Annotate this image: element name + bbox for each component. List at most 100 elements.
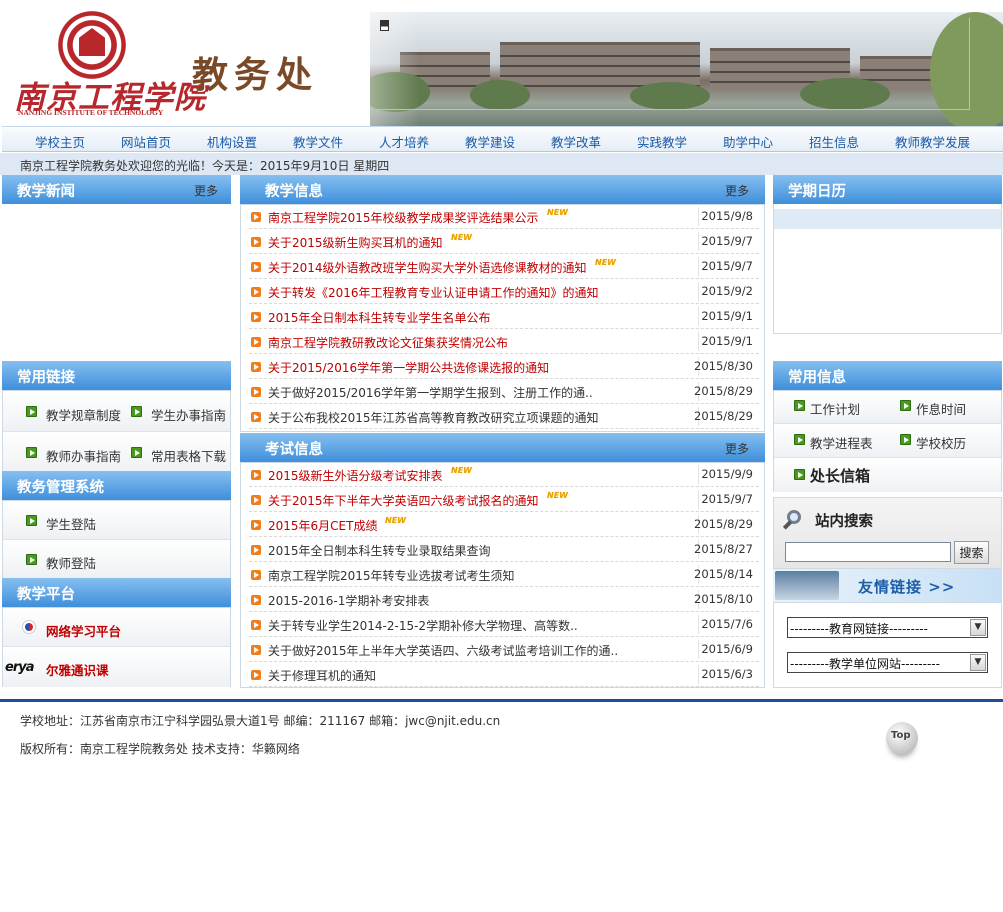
exam-info-date: 2015/6/9 bbox=[701, 642, 753, 656]
bullet-arrow-icon bbox=[251, 620, 261, 630]
teaching-info-title-link[interactable]: 关于做好2015/2016学年第一学期学生报到、注册工作的通.. bbox=[268, 384, 593, 401]
bullet-arrow-icon bbox=[251, 495, 261, 505]
school-logo[interactable]: 南京工程学院 NANJING INSTITUTE OF TECHNOLOGY bbox=[14, 6, 205, 120]
teaching-info-title-link[interactable]: 2015年全日制本科生转专业学生名单公布 bbox=[268, 309, 491, 326]
exam-info-date: 2015/9/7 bbox=[701, 492, 753, 506]
teaching-news-title: 教学新闻 bbox=[17, 184, 75, 200]
teaching-info-title-link[interactable]: 关于2015级新生购买耳机的通知 bbox=[268, 234, 443, 251]
bullet-arrow-icon bbox=[251, 387, 261, 397]
new-badge-icon: NEW bbox=[451, 466, 472, 475]
column-separator bbox=[698, 232, 699, 251]
edu-links-select[interactable]: ---------教育网链接--------- ▼ bbox=[787, 617, 988, 638]
teaching-news-body bbox=[2, 204, 231, 360]
site-search-button[interactable]: 搜索 bbox=[954, 541, 989, 564]
nav-item-faculty-dev[interactable]: 教师教学发展 bbox=[895, 132, 970, 151]
bullet-arrow-icon bbox=[251, 312, 261, 322]
column-separator bbox=[698, 307, 699, 326]
arrow-icon bbox=[900, 400, 911, 411]
teaching-info-date: 2015/9/1 bbox=[701, 309, 753, 323]
exam-info-title-link[interactable]: 关于2015年下半年大学英语四六级考试报名的通知 bbox=[268, 492, 539, 509]
nav-item-aid-center[interactable]: 助学中心 bbox=[723, 132, 773, 151]
teaching-info-row: 2015年全日制本科生转专业学生名单公布 2015/9/1 bbox=[249, 304, 759, 329]
arrow-icon bbox=[794, 434, 805, 445]
friend-links-banner[interactable]: 友情链接 >> bbox=[773, 569, 1002, 602]
link-work-plan[interactable]: 工作计划 bbox=[810, 399, 860, 418]
teaching-info-header: 教学信息 更多 bbox=[240, 175, 765, 204]
teaching-info-date: 2015/9/2 bbox=[701, 284, 753, 298]
link-teaching-progress[interactable]: 教学进程表 bbox=[810, 433, 873, 452]
teaching-info-title-link[interactable]: 关于2015/2016学年第一学期公共选修课选报的通知 bbox=[268, 359, 549, 376]
site-search-input[interactable] bbox=[785, 542, 951, 562]
student-login-link[interactable]: 学生登陆 bbox=[46, 514, 96, 533]
teaching-info-row: 关于转发《2016年工程教育专业认证申请工作的通知》的通知 2015/9/2 bbox=[249, 279, 759, 304]
director-mailbox-link[interactable]: 处长信箱 bbox=[810, 465, 870, 486]
site-search-box: 站内搜索 搜索 bbox=[773, 497, 1002, 569]
bullet-arrow-icon bbox=[251, 287, 261, 297]
exam-info-title-link[interactable]: 关于做好2015年上半年大学英语四、六级考试监考培训工作的通.. bbox=[268, 642, 618, 659]
bullet-arrow-icon bbox=[251, 545, 261, 555]
column-separator bbox=[698, 207, 699, 226]
nav-item-site-home[interactable]: 网站首页 bbox=[121, 132, 171, 151]
bullet-arrow-icon bbox=[251, 470, 261, 480]
exam-info-more-link[interactable]: 更多 bbox=[725, 440, 749, 457]
new-badge-icon: NEW bbox=[451, 233, 472, 242]
common-info-header: 常用信息 bbox=[773, 361, 1002, 390]
exam-info-header: 考试信息 更多 bbox=[240, 433, 765, 462]
teaching-info-row: 南京工程学院2015年校级教学成果奖评选结果公示 NEW 2015/9/8 bbox=[249, 204, 759, 229]
back-to-top-button[interactable]: Top bbox=[886, 722, 918, 754]
nav-item-school-home[interactable]: 学校主页 bbox=[35, 132, 85, 151]
teaching-news-more-link[interactable]: 更多 bbox=[194, 182, 218, 199]
link-student-guide[interactable]: 学生办事指南 bbox=[151, 405, 226, 424]
online-learning-platform-link[interactable]: 网络学习平台 bbox=[46, 621, 121, 640]
exam-info-date: 2015/8/29 bbox=[694, 517, 753, 531]
academic-system-box: 学生登陆 教师登陆 bbox=[2, 500, 231, 578]
info-row-1 bbox=[774, 391, 1001, 424]
nav-item-teaching-docs[interactable]: 教学文件 bbox=[293, 132, 343, 151]
link-school-calendar[interactable]: 学校校历 bbox=[916, 433, 966, 452]
exam-info-title-link[interactable]: 2015年6月CET成绩 bbox=[268, 517, 377, 534]
erya-course-link[interactable]: 尔雅通识课 bbox=[46, 660, 109, 679]
calendar-strip bbox=[774, 209, 1001, 229]
nav-item-organization[interactable]: 机构设置 bbox=[207, 132, 257, 151]
system-row-2 bbox=[3, 540, 230, 578]
link-regulations[interactable]: 教学规章制度 bbox=[46, 405, 121, 424]
teaching-info-title-link[interactable]: 南京工程学院2015年校级教学成果奖评选结果公示 bbox=[268, 209, 539, 226]
new-badge-icon: NEW bbox=[547, 208, 568, 217]
exam-info-title-link[interactable]: 南京工程学院2015年转专业选拔考试考生须知 bbox=[268, 567, 515, 584]
teaching-info-title-link[interactable]: 南京工程学院教研教改论文征集获奖情况公布 bbox=[268, 334, 508, 351]
link-schedule[interactable]: 作息时间 bbox=[916, 399, 966, 418]
exam-info-title-link[interactable]: 关于修理耳机的通知 bbox=[268, 667, 376, 684]
exam-info-date: 2015/8/10 bbox=[694, 592, 753, 606]
teaching-platform-header: 教学平台 bbox=[2, 578, 231, 607]
info-row-3 bbox=[774, 458, 1001, 492]
unit-links-select[interactable]: ---------教学单位网站--------- ▼ bbox=[787, 652, 988, 673]
nav-item-admissions[interactable]: 招生信息 bbox=[809, 132, 859, 151]
arrow-icon bbox=[26, 515, 37, 526]
teaching-info-more-link[interactable]: 更多 bbox=[725, 182, 749, 199]
teaching-info-title-link[interactable]: 关于2014级外语教改班学生购买大学外语选修课教材的通知 bbox=[268, 259, 587, 276]
nav-item-reform[interactable]: 教学改革 bbox=[551, 132, 601, 151]
teaching-info-title: 教学信息 bbox=[265, 184, 323, 200]
exam-info-title-link[interactable]: 2015年全日制本科生转专业录取结果查询 bbox=[268, 542, 491, 559]
nav-item-talent[interactable]: 人才培养 bbox=[379, 132, 429, 151]
arrow-icon bbox=[26, 406, 37, 417]
teaching-info-row: 关于2014级外语教改班学生购买大学外语选修课教材的通知 NEW 2015/9/7 bbox=[249, 254, 759, 279]
arrow-icon bbox=[131, 447, 142, 458]
arrow-icon bbox=[26, 447, 37, 458]
exam-info-title-link[interactable]: 2015级新生外语分级考试安排表 bbox=[268, 467, 443, 484]
exam-info-row: 南京工程学院2015年转专业选拔考试考生须知 2015/8/14 bbox=[249, 562, 759, 587]
teacher-login-link[interactable]: 教师登陆 bbox=[46, 553, 96, 572]
exam-info-row: 关于做好2015年上半年大学英语四、六级考试监考培训工作的通.. 2015/6/9 bbox=[249, 637, 759, 662]
calendar-header: 学期日历 bbox=[773, 175, 1002, 204]
teaching-info-title-link[interactable]: 关于公布我校2015年江苏省高等教育教改研究立项课题的通知 bbox=[268, 409, 599, 426]
exam-info-title-link[interactable]: 关于转专业学生2014-2-15-2学期补修大学物理、高等数.. bbox=[268, 617, 578, 634]
link-forms-download[interactable]: 常用表格下载 bbox=[151, 446, 226, 465]
nav-item-construction[interactable]: 教学建设 bbox=[465, 132, 515, 151]
teaching-info-date: 2015/9/8 bbox=[701, 209, 753, 223]
teaching-info-title-link[interactable]: 关于转发《2016年工程教育专业认证申请工作的通知》的通知 bbox=[268, 284, 599, 301]
exam-info-date: 2015/6/3 bbox=[701, 667, 753, 681]
exam-info-title-link[interactable]: 2015-2016-1学期补考安排表 bbox=[268, 592, 429, 609]
link-teacher-guide[interactable]: 教师办事指南 bbox=[46, 446, 121, 465]
nav-item-practice[interactable]: 实践教学 bbox=[637, 132, 687, 151]
info-row-2 bbox=[774, 424, 1001, 458]
